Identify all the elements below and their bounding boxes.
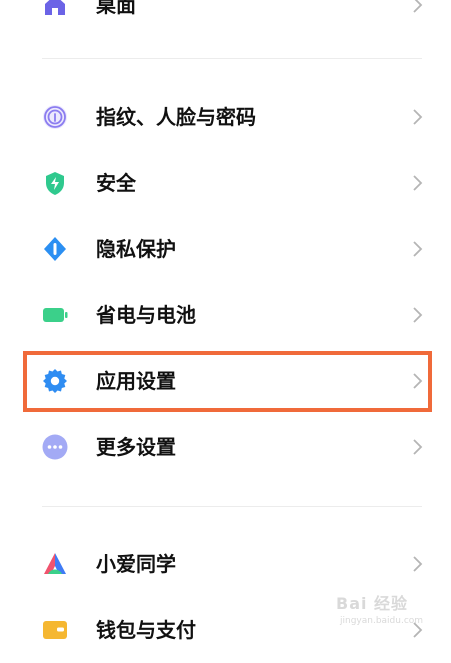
settings-item-more[interactable]: 更多设置: [0, 414, 451, 480]
watermark: Bai 经验 jingyan.baidu.com: [336, 590, 436, 636]
chevron-right-icon: [413, 556, 423, 572]
chevron-right-icon: [413, 109, 423, 125]
section-divider: [42, 58, 422, 59]
settings-item-xiaoai[interactable]: 小爱同学: [0, 531, 451, 597]
settings-item-label: 小爱同学: [96, 552, 176, 576]
xiaoai-icon: [44, 553, 66, 574]
settings-item-label: 指纹、人脸与密码: [96, 105, 256, 129]
settings-item-battery[interactable]: 省电与电池: [0, 282, 451, 348]
watermark-text: Bai 经验: [336, 594, 409, 613]
chevron-right-icon: [413, 307, 423, 323]
battery-icon: [43, 308, 68, 322]
fingerprint-icon: [43, 105, 67, 129]
shield-icon: [46, 172, 64, 195]
wallet-icon: [43, 621, 67, 639]
home-icon: [45, 0, 65, 15]
settings-item-desktop[interactable]: 桌面: [0, 0, 451, 36]
settings-item-label: 桌面: [96, 0, 136, 17]
settings-item-label: 隐私保护: [96, 237, 176, 261]
settings-item-label: 省电与电池: [96, 303, 196, 327]
chevron-right-icon: [413, 0, 423, 13]
settings-item-privacy[interactable]: 隐私保护: [0, 216, 451, 282]
settings-item-label: 安全: [96, 171, 136, 195]
watermark-url: jingyan.baidu.com: [340, 616, 424, 626]
chevron-right-icon: [413, 439, 423, 455]
chevron-right-icon: [413, 241, 423, 257]
settings-item-fingerprint[interactable]: 指纹、人脸与密码: [0, 84, 451, 150]
settings-item-security[interactable]: 安全: [0, 150, 451, 216]
settings-item-label: 更多设置: [96, 435, 176, 459]
privacy-icon: [44, 237, 66, 261]
highlight-box: [23, 351, 432, 412]
section-divider: [42, 506, 422, 507]
more-icon: [42, 434, 68, 460]
chevron-right-icon: [413, 175, 423, 191]
settings-item-label: 钱包与支付: [96, 618, 196, 642]
